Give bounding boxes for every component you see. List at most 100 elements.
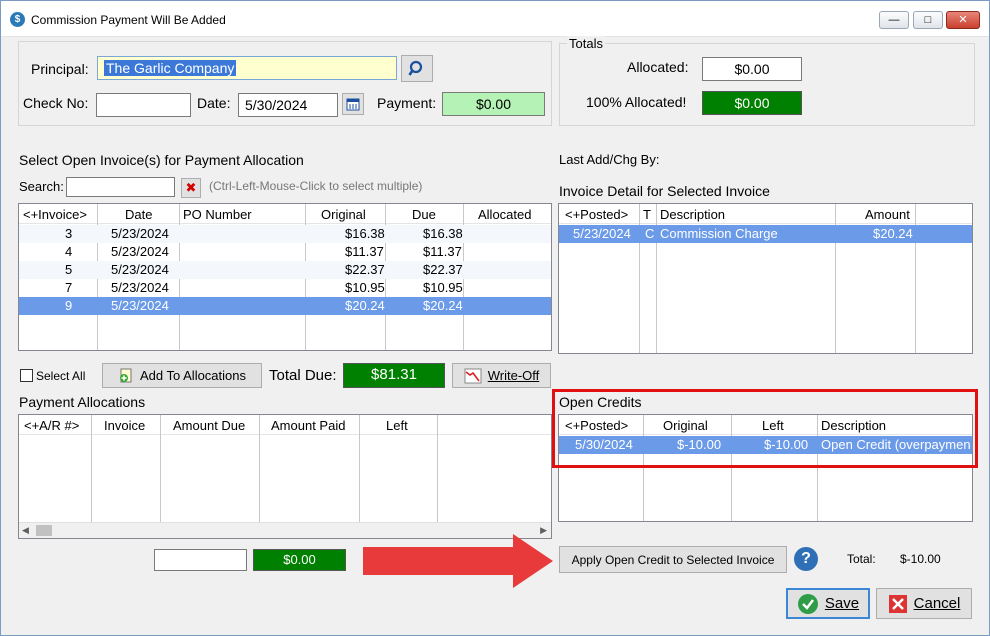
invoice-cell: 5 bbox=[65, 262, 73, 277]
col-type[interactable]: T bbox=[643, 207, 651, 222]
search-label: Search: bbox=[19, 179, 64, 194]
due-cell: $11.37 bbox=[423, 244, 462, 259]
last-add-label: Last Add/Chg By: bbox=[559, 152, 660, 167]
posted-cell: 5/23/2024 bbox=[573, 226, 631, 241]
col-amount[interactable]: Amount bbox=[865, 207, 910, 222]
invoices-section-title: Select Open Invoice(s) for Payment Alloc… bbox=[19, 152, 304, 168]
date-cell: 5/23/2024 bbox=[111, 280, 169, 295]
credit-total-value: $-10.00 bbox=[900, 552, 941, 566]
invoice-search-input[interactable] bbox=[66, 177, 175, 197]
allocated-label: Allocated: bbox=[627, 59, 689, 75]
due-cell: $10.95 bbox=[423, 280, 463, 295]
col-amount-paid[interactable]: Amount Paid bbox=[271, 418, 345, 433]
total-due-value: $81.31 bbox=[343, 363, 445, 388]
table-row[interactable] bbox=[19, 261, 551, 279]
scroll-thumb[interactable] bbox=[36, 525, 52, 536]
date-cell: 5/23/2024 bbox=[111, 244, 169, 259]
due-cell: $20.24 bbox=[423, 298, 463, 313]
allocation-input[interactable] bbox=[154, 549, 247, 571]
col-description[interactable]: Description bbox=[660, 207, 725, 222]
col-left[interactable]: Left bbox=[386, 418, 408, 433]
help-icon[interactable]: ? bbox=[794, 547, 818, 571]
date-cell: 5/23/2024 bbox=[111, 262, 169, 277]
col-posted[interactable]: <+Posted> bbox=[565, 207, 628, 222]
select-all-checkbox[interactable] bbox=[20, 369, 33, 382]
fully-allocated-label: 100% Allocated! bbox=[586, 94, 687, 110]
check-no-field[interactable] bbox=[96, 93, 191, 117]
payment-field[interactable]: $0.00 bbox=[442, 92, 545, 116]
col-amount-due[interactable]: Amount Due bbox=[173, 418, 245, 433]
col-due[interactable]: Due bbox=[412, 207, 436, 222]
col-invoice[interactable]: Invoice bbox=[104, 418, 145, 433]
original-cell: $20.24 bbox=[345, 298, 385, 313]
app-icon: $ bbox=[10, 12, 25, 27]
col-allocated[interactable]: Allocated bbox=[478, 207, 531, 222]
invoice-cell: 7 bbox=[65, 280, 73, 295]
total-due-label: Total Due: bbox=[269, 367, 337, 384]
add-to-allocations-label: Add To Allocations bbox=[140, 368, 246, 383]
col-po-number[interactable]: PO Number bbox=[183, 207, 252, 222]
clear-search-button[interactable]: ✖ bbox=[181, 178, 201, 198]
chart-down-icon bbox=[464, 368, 482, 383]
save-button[interactable]: Save bbox=[786, 588, 870, 619]
principal-value: The Garlic Company bbox=[104, 60, 237, 76]
highlight-annotation bbox=[552, 389, 978, 468]
maximize-button[interactable]: □ bbox=[913, 11, 943, 29]
calendar-icon bbox=[346, 98, 360, 111]
col-date[interactable]: Date bbox=[125, 207, 152, 222]
search-hint: (Ctrl-Left-Mouse-Click to select multipl… bbox=[209, 179, 423, 193]
write-off-label: Write-Off bbox=[487, 368, 540, 383]
type-cell: C bbox=[645, 226, 655, 241]
minimize-button[interactable]: — bbox=[879, 11, 909, 29]
scroll-left-icon[interactable]: ◀ bbox=[22, 525, 29, 536]
select-all-label[interactable]: Select All bbox=[36, 369, 85, 383]
detail-section-title: Invoice Detail for Selected Invoice bbox=[559, 183, 770, 199]
payment-label: Payment: bbox=[377, 95, 437, 111]
search-icon bbox=[408, 60, 423, 76]
close-button[interactable]: ✕ bbox=[946, 11, 980, 29]
col-ar-number[interactable]: <+A/R #> bbox=[24, 418, 79, 433]
allocation-total: $0.00 bbox=[253, 549, 346, 571]
date-label: Date: bbox=[197, 95, 231, 111]
due-cell: $22.37 bbox=[423, 262, 463, 277]
cancel-icon bbox=[888, 594, 907, 613]
original-cell: $16.38 bbox=[345, 226, 385, 241]
add-to-allocations-button[interactable]: Add To Allocations bbox=[102, 363, 262, 388]
col-invoice[interactable]: <+Invoice> bbox=[23, 207, 87, 222]
fully-allocated-value: $0.00 bbox=[702, 91, 802, 115]
calendar-button[interactable] bbox=[342, 93, 364, 115]
date-field[interactable]: 5/30/2024 bbox=[238, 93, 338, 117]
totals-group-label: Totals bbox=[567, 36, 605, 51]
allocations-grid[interactable]: <+A/R #> Invoice Amount Due Amount Paid … bbox=[18, 414, 552, 539]
add-document-icon bbox=[120, 368, 132, 382]
checkmark-icon bbox=[797, 593, 818, 614]
write-off-button[interactable]: Write-Off bbox=[452, 363, 551, 388]
due-cell: $16.38 bbox=[423, 226, 463, 241]
original-cell: $11.37 bbox=[345, 244, 384, 259]
principal-field[interactable]: The Garlic Company bbox=[97, 56, 397, 80]
table-row-selected[interactable] bbox=[19, 297, 551, 315]
invoice-cell: 4 bbox=[65, 244, 73, 259]
window-title: Commission Payment Will Be Added bbox=[31, 13, 226, 27]
invoice-grid[interactable]: <+Invoice> Date PO Number Original Due A… bbox=[18, 203, 552, 351]
principal-search-button[interactable] bbox=[401, 55, 433, 82]
save-label: Save bbox=[824, 595, 860, 612]
invoice-cell: 3 bbox=[65, 226, 73, 241]
invoice-detail-grid[interactable]: <+Posted> T Description Amount 5/23/2024… bbox=[558, 203, 973, 354]
invoice-grid-header bbox=[19, 204, 551, 224]
table-row[interactable] bbox=[19, 225, 551, 243]
invoice-cell: 9 bbox=[65, 298, 73, 313]
credit-total-label: Total: bbox=[847, 552, 876, 566]
col-original[interactable]: Original bbox=[321, 207, 366, 222]
principal-label: Principal: bbox=[31, 61, 89, 77]
apply-open-credit-label: Apply Open Credit to Selected Invoice bbox=[571, 552, 775, 567]
cancel-button[interactable]: Cancel bbox=[876, 588, 972, 619]
apply-open-credit-button[interactable]: Apply Open Credit to Selected Invoice bbox=[559, 546, 787, 573]
title-bar: $ Commission Payment Will Be Added — □ ✕ bbox=[1, 1, 989, 37]
cancel-label: Cancel bbox=[913, 595, 961, 612]
allocations-section-title: Payment Allocations bbox=[19, 394, 146, 410]
amount-cell: $20.24 bbox=[873, 226, 913, 241]
arrow-annotation bbox=[363, 534, 553, 588]
description-cell: Commission Charge bbox=[660, 226, 778, 241]
original-cell: $22.37 bbox=[345, 262, 385, 277]
